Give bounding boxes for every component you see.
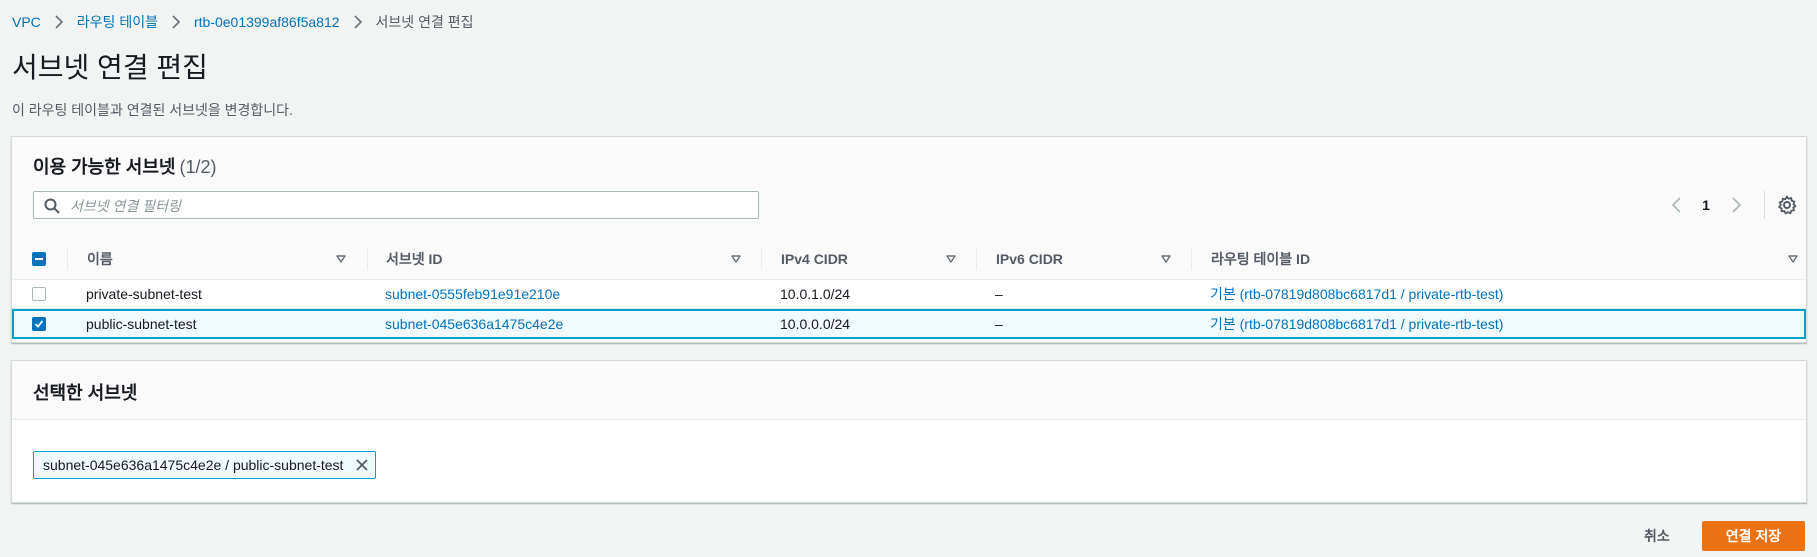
chevron-right-icon	[353, 15, 363, 29]
cell-route-table-link[interactable]: 기본 (rtb-07819d808bc6817d1 / private-rtb-…	[1210, 280, 1503, 308]
available-subnets-title: 이용 가능한 서브넷 (1/2)	[33, 153, 217, 179]
selected-subnets-header: 선택한 서브넷	[12, 361, 1806, 420]
column-header-ipv6-label: IPv6 CIDR	[996, 251, 1063, 267]
cell-name: public-subnet-test	[86, 316, 197, 332]
column-header-name[interactable]: 이름	[87, 238, 346, 280]
save-associations-button[interactable]: 연결 저장	[1702, 521, 1805, 551]
column-header-subnet-id[interactable]: 서브넷 ID	[386, 238, 741, 280]
page-description: 이 라우팅 테이블과 연결된 서브넷을 변경합니다.	[12, 102, 293, 118]
breadcrumb-current: 서브넷 연결 편집	[375, 14, 474, 30]
subnet-filter-input[interactable]	[68, 194, 752, 218]
breadcrumb-route-table-id[interactable]: rtb-0e01399af86f5a812	[194, 14, 340, 30]
column-header-route-table-id-label: 라우팅 테이블 ID	[1211, 251, 1311, 267]
table-row-selected[interactable]: public-subnet-test subnet-045e636a1475c4…	[12, 309, 1806, 339]
column-header-ipv4[interactable]: IPv4 CIDR	[781, 238, 956, 280]
chevron-right-icon	[171, 15, 181, 29]
select-all-checkbox[interactable]	[32, 252, 46, 266]
check-icon	[34, 320, 44, 328]
row-checkbox[interactable]	[32, 287, 46, 301]
close-icon[interactable]	[349, 452, 375, 478]
column-divider	[1191, 248, 1192, 270]
cell-route-table-link[interactable]: 기본 (rtb-07819d808bc6817d1 / private-rtb-…	[1210, 309, 1503, 339]
filter-box	[33, 191, 759, 219]
column-divider	[761, 248, 762, 270]
column-header-subnet-id-label: 서브넷 ID	[386, 251, 443, 267]
selected-subnets-title: 선택한 서브넷	[33, 383, 138, 403]
search-icon	[44, 198, 60, 214]
token-label: subnet-045e636a1475c4e2e / public-subnet…	[43, 457, 344, 473]
table-header: 이름 서브넷 ID IPv4 CIDR IPv6 CIDR 라우팅 테이블 ID	[12, 238, 1806, 280]
pager-divider	[1764, 191, 1765, 219]
table-row[interactable]: private-subnet-test subnet-0555feb91e91e…	[12, 280, 1806, 309]
cell-ipv6: –	[995, 316, 1003, 332]
available-subnets-panel: 이용 가능한 서브넷(1/2) 1 이름 서브넷 ID	[11, 136, 1807, 343]
cell-ipv6: –	[995, 286, 1003, 302]
column-divider	[67, 248, 68, 270]
breadcrumb: VPC 라우팅 테이블 rtb-0e01399af86f5a812 서브넷 연결…	[12, 12, 474, 32]
selected-subnet-token: subnet-045e636a1475c4e2e / public-subnet…	[33, 451, 377, 479]
sort-down-icon[interactable]	[731, 255, 741, 263]
breadcrumb-route-tables[interactable]: 라우팅 테이블	[77, 12, 158, 32]
chevron-left-icon[interactable]	[1666, 195, 1686, 215]
sort-down-icon[interactable]	[336, 255, 346, 263]
cell-name: private-subnet-test	[86, 286, 202, 302]
selected-subnets-panel: 선택한 서브넷 subnet-045e636a1475c4e2e / publi…	[11, 360, 1807, 503]
row-checkbox-checked[interactable]	[32, 317, 46, 331]
page-number[interactable]: 1	[1686, 197, 1726, 213]
chevron-right-icon[interactable]	[1726, 195, 1746, 215]
gear-icon[interactable]	[1777, 195, 1797, 215]
pagination: 1	[1666, 191, 1797, 219]
column-header-ipv4-label: IPv4 CIDR	[781, 251, 848, 267]
sort-down-icon[interactable]	[1161, 255, 1171, 263]
column-header-name-label: 이름	[87, 251, 113, 267]
cancel-button[interactable]: 취소	[1630, 522, 1684, 550]
cell-ipv4: 10.0.0.0/24	[780, 316, 851, 332]
selection-count: (1/2)	[179, 157, 217, 177]
cell-ipv4: 10.0.1.0/24	[780, 286, 851, 302]
column-divider	[367, 248, 368, 270]
chevron-right-icon	[54, 15, 64, 29]
sort-down-icon[interactable]	[1788, 255, 1798, 263]
column-header-route-table-id[interactable]: 라우팅 테이블 ID	[1211, 238, 1798, 280]
page-title: 서브넷 연결 편집	[12, 52, 208, 83]
cell-subnet-id-link[interactable]: subnet-045e636a1475c4e2e	[385, 309, 563, 339]
column-divider	[976, 248, 977, 270]
available-subnets-header: 이용 가능한 서브넷(1/2) 1	[12, 137, 1806, 239]
column-header-ipv6[interactable]: IPv6 CIDR	[996, 238, 1171, 280]
sort-down-icon[interactable]	[946, 255, 956, 263]
available-subnets-title-text: 이용 가능한 서브넷	[33, 157, 176, 177]
cell-subnet-id-link[interactable]: subnet-0555feb91e91e210e	[385, 280, 560, 308]
breadcrumb-vpc[interactable]: VPC	[12, 14, 41, 30]
